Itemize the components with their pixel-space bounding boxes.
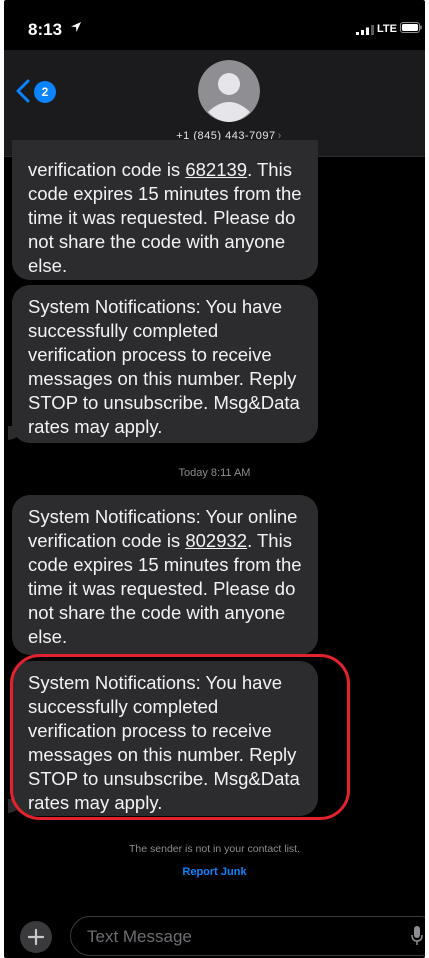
signal-icon (356, 25, 374, 35)
message-field[interactable] (70, 916, 425, 956)
message-text: System Notifications: You have successfu… (28, 296, 300, 437)
battery-icon (400, 22, 422, 33)
annotation-highlight (10, 654, 350, 820)
status-time: 8:13 (28, 20, 63, 39)
verification-code-link[interactable]: 682139 (185, 159, 247, 180)
message-bubble[interactable]: verification code is 682139. This code e… (12, 140, 318, 280)
plus-icon (27, 928, 45, 946)
message-input[interactable] (85, 925, 389, 949)
status-bar: 8:13 LTE (4, 0, 425, 50)
message-text: verification code is (28, 159, 186, 180)
back-chevron-icon (16, 79, 30, 103)
verification-code-link[interactable]: 802932 (185, 530, 247, 551)
message-bubble[interactable]: System Notifications: You have successfu… (12, 285, 318, 443)
unknown-sender-notice: The sender is not in your contact list. (129, 843, 300, 855)
avatar-icon (198, 60, 260, 122)
apps-button[interactable] (20, 921, 52, 953)
message-timestamp: Today 8:11 AM (178, 467, 251, 479)
avatar[interactable] (198, 60, 260, 122)
microphone-icon[interactable] (411, 926, 423, 946)
report-junk-link[interactable]: Report Junk (4, 866, 425, 878)
messages-screen: 8:13 LTE 2 +1 (845) 443-7097 › verificat… (4, 0, 425, 958)
carrier-label: LTE (377, 23, 397, 35)
back-button[interactable]: 2 (12, 76, 62, 106)
unread-badge: 2 (34, 81, 56, 103)
message-bubble[interactable]: System Notifications: Your online verifi… (12, 495, 318, 655)
location-arrow-icon (71, 22, 81, 32)
